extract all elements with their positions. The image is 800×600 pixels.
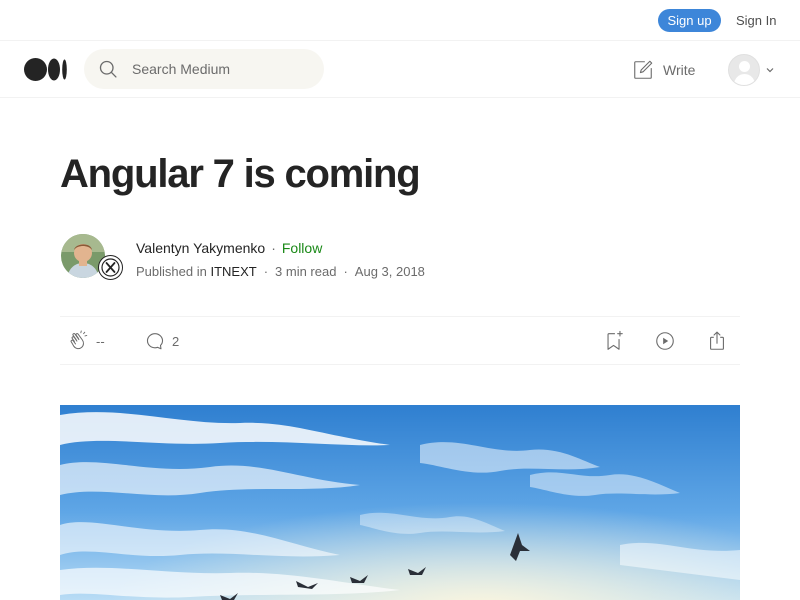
play-listen-icon — [656, 332, 674, 350]
publication-logo[interactable] — [98, 255, 123, 280]
comment-icon — [146, 333, 164, 350]
top-auth-bar: Sign up Sign In — [0, 0, 800, 41]
bookmark-add-icon — [607, 330, 623, 350]
author-name[interactable]: Valentyn Yakymenko — [136, 240, 265, 256]
author-line: Valentyn Yakymenko · Follow — [136, 240, 322, 256]
itnext-logo-icon — [101, 258, 120, 277]
article-meta: Published in ITNEXT · 3 min read · Aug 3, 20… — [136, 264, 425, 279]
follow-button[interactable]: Follow — [282, 240, 322, 256]
search-input[interactable]: Search Medium — [132, 61, 230, 77]
article-action-bar: -- 2 — [60, 316, 740, 365]
sky-birds-image — [60, 405, 740, 600]
clap-icon — [70, 330, 88, 350]
share-button[interactable] — [706, 330, 728, 352]
separator-dot: · — [263, 264, 269, 279]
pencil-square-icon — [634, 60, 653, 79]
site-header: Search Medium Write — [0, 41, 800, 98]
medium-logo-icon[interactable] — [24, 57, 68, 82]
comment-count: 2 — [172, 333, 180, 349]
listen-button[interactable] — [654, 330, 676, 352]
publication-link[interactable]: ITNEXT — [210, 264, 256, 279]
write-button[interactable]: Write — [632, 58, 695, 82]
published-in-label: Published in — [136, 264, 207, 279]
clap-button[interactable]: -- — [68, 330, 105, 352]
user-menu-button[interactable] — [728, 54, 778, 86]
search-icon — [99, 60, 117, 78]
sign-up-button[interactable]: Sign up — [658, 9, 721, 32]
separator-dot: · — [271, 240, 276, 256]
share-icon — [710, 331, 724, 350]
article-title: Angular 7 is coming — [60, 152, 421, 196]
hero-image — [60, 405, 740, 600]
chevron-down-icon — [766, 68, 774, 73]
clap-count: -- — [96, 333, 105, 349]
write-label: Write — [663, 62, 696, 78]
comment-button[interactable]: 2 — [144, 330, 179, 352]
sign-in-link[interactable]: Sign In — [736, 13, 776, 28]
publish-date: Aug 3, 2018 — [354, 264, 425, 279]
separator-dot: · — [343, 264, 348, 279]
read-time: 3 min read — [275, 264, 337, 279]
search-bar[interactable]: Search Medium — [84, 49, 324, 89]
bookmark-button[interactable] — [603, 330, 625, 352]
user-avatar-icon — [728, 54, 760, 86]
